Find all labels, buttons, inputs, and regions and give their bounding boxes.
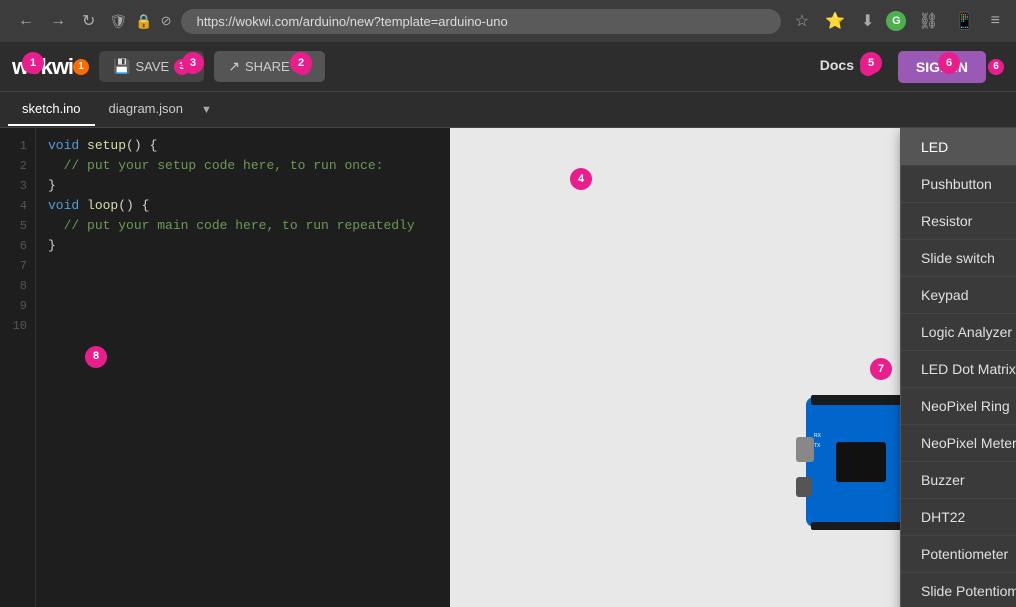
code-editor: 1 2 3 4 5 6 7 8 9 10 void setup() { // p… (0, 128, 450, 607)
docs-badge: 5 (860, 60, 876, 76)
code-content[interactable]: void setup() { // put your setup code he… (36, 128, 450, 607)
docs-button[interactable]: Docs 5 (808, 51, 888, 82)
main-content: 1 2 3 4 5 6 7 8 9 10 void setup() { // p… (0, 128, 1016, 607)
dropdown-item-slide-potentiometer[interactable]: Slide Potentiometer (901, 573, 1016, 607)
dropdown-item-dht22[interactable]: DHT22 (901, 499, 1016, 536)
code-line: // put your main code here, to run repea… (48, 216, 438, 236)
nav-buttons: ← → ↻ (12, 7, 101, 35)
tab-dropdown-arrow[interactable]: ▼ (197, 104, 216, 116)
back-button[interactable]: ← (12, 8, 40, 34)
bookmark-button[interactable]: ☆ (791, 7, 813, 35)
docs-label: Docs (820, 57, 854, 73)
signin-button[interactable]: SIGN IN (898, 51, 986, 83)
logo-text: wokwi (12, 54, 73, 80)
share-badge: 2 (295, 59, 311, 75)
ext-g-button[interactable]: G (886, 11, 906, 31)
dropdown-item-potentiometer[interactable]: Potentiometer (901, 536, 1016, 573)
save-button[interactable]: 💾 SAVE 3 (99, 51, 204, 82)
dropdown-item-led-dot-matrix[interactable]: LED Dot Matrix (MAX7219) (901, 351, 1016, 388)
logo-badge: 1 (73, 59, 89, 75)
line-numbers: 1 2 3 4 5 6 7 8 9 10 (0, 128, 36, 607)
browser-chrome: ← → ↻ 🛡 🔒 ⊘ ☆ ⭐ ⬇ G ⛓ 📱 ≡ (0, 0, 1016, 42)
ext-phone-button[interactable]: 📱 (951, 7, 979, 35)
code-lines: 1 2 3 4 5 6 7 8 9 10 void setup() { // p… (0, 128, 450, 607)
dropdown-item-keypad[interactable]: Keypad (901, 277, 1016, 314)
dropdown-item-logic-analyzer[interactable]: Logic Analyzer (8 channels) (901, 314, 1016, 351)
tracking-icon: ⊘ (161, 13, 172, 29)
dropdown-item-led[interactable]: LED (901, 129, 1016, 166)
download-button[interactable]: ⬇ (857, 7, 878, 35)
shield-icon: 🛡 (109, 13, 127, 30)
annotation-4: 4 (570, 168, 592, 190)
dropdown-list: LED Pushbutton Resistor Slide switch Key… (901, 129, 1016, 607)
save-label: SAVE (135, 59, 169, 74)
pocket-button[interactable]: ⭐ (821, 7, 849, 35)
svg-text:TX: TX (814, 443, 821, 449)
tab-sketch[interactable]: sketch.ino (8, 93, 95, 126)
share-label: SHARE (245, 59, 290, 74)
app-container: wokwi 1 💾 SAVE 3 ↗ SHARE 2 Docs 5 SIGN I… (0, 42, 1016, 607)
svg-text:RX: RX (814, 433, 822, 439)
reload-button[interactable]: ↻ (76, 7, 101, 35)
dropdown-item-neopixel-ring[interactable]: NeoPixel Ring (901, 388, 1016, 425)
code-line: } (48, 236, 438, 256)
code-line: void setup() { (48, 136, 438, 156)
browser-actions: ☆ ⭐ ⬇ G ⛓ 📱 ≡ (791, 7, 1004, 35)
code-line: void loop() { (48, 196, 438, 216)
share-icon: ↗ (228, 58, 240, 75)
tabs-bar: sketch.ino diagram.json ▼ (0, 92, 1016, 128)
dropdown-item-buzzer[interactable]: Buzzer (901, 462, 1016, 499)
signin-badge: 6 (988, 59, 1004, 75)
toolbar: wokwi 1 💾 SAVE 3 ↗ SHARE 2 Docs 5 SIGN I… (0, 42, 1016, 92)
menu-button[interactable]: ≡ (987, 8, 1004, 34)
code-line: // put your setup code here, to run once… (48, 156, 438, 176)
address-bar[interactable] (181, 9, 781, 34)
share-button[interactable]: ↗ SHARE 2 (214, 51, 325, 82)
forward-button[interactable]: → (44, 8, 72, 34)
dropdown-item-neopixel-meter[interactable]: NeoPixel Meter (901, 425, 1016, 462)
lock-icon: 🔒 (135, 13, 152, 30)
dropdown-item-pushbutton[interactable]: Pushbutton (901, 166, 1016, 203)
ext-chain-button[interactable]: ⛓ (914, 7, 942, 35)
annotation-7: 7 (870, 358, 892, 380)
signin-label: SIGN IN (916, 59, 968, 75)
tab-diagram[interactable]: diagram.json (95, 93, 197, 126)
dropdown-item-slide-switch[interactable]: Slide switch (901, 240, 1016, 277)
component-dropdown: LED Pushbutton Resistor Slide switch Key… (900, 128, 1016, 607)
dropdown-item-resistor[interactable]: Resistor (901, 203, 1016, 240)
canvas-area: LED Pushbutton Resistor Slide switch Key… (450, 128, 1016, 607)
logo-area: wokwi 1 (12, 54, 89, 80)
code-line: } (48, 176, 438, 196)
save-badge: 3 (174, 59, 190, 75)
save-icon: 💾 (113, 58, 130, 75)
